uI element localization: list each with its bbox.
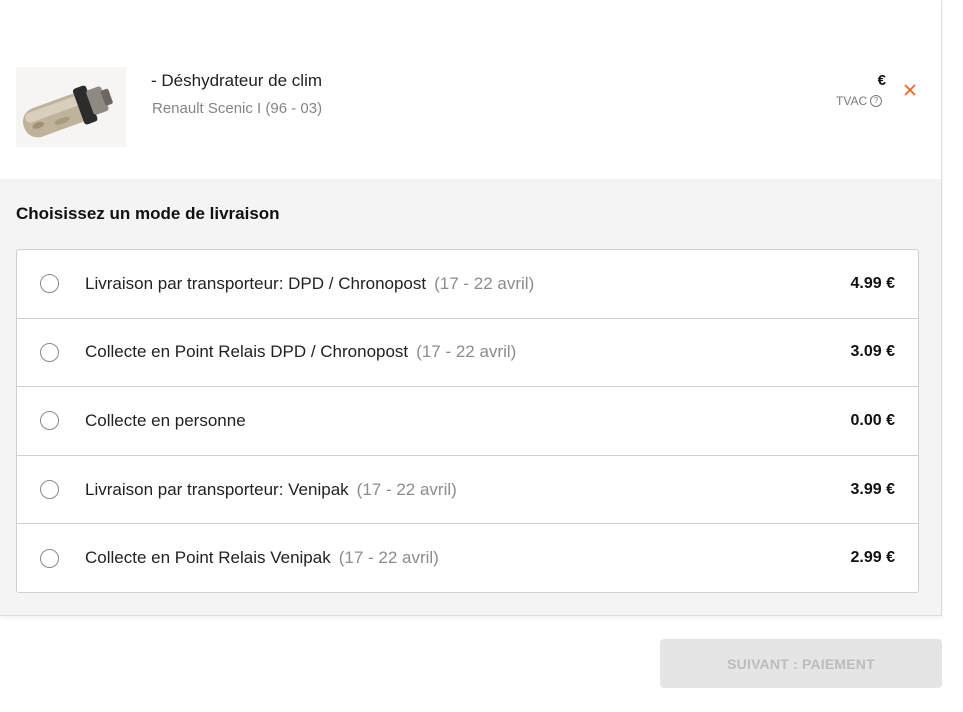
radio-button[interactable] <box>40 411 59 431</box>
shipping-option-text: Livraison par transporteur: Venipak (17 -… <box>85 480 457 500</box>
shipping-option-pickup[interactable]: Collecte en personne 0.00 € <box>17 387 918 456</box>
next-payment-button[interactable]: SUIVANT : PAIEMENT <box>660 639 942 688</box>
shipping-option-label: Collecte en Point Relais DPD / Chronopos… <box>85 342 409 362</box>
shipping-option-label: Livraison par transporteur: DPD / Chrono… <box>85 273 427 293</box>
shipping-option-label: Collecte en Point Relais Venipak <box>85 548 331 568</box>
shipping-option-date: (17 - 22 avril) <box>434 273 535 293</box>
shipping-option-dpd-relay[interactable]: Collecte en Point Relais DPD / Chronopos… <box>17 319 918 388</box>
shipping-option-venipak-relay[interactable]: Collecte en Point Relais Venipak (17 - 22… <box>17 524 918 592</box>
shipping-option-date: (17 - 22 avril) <box>416 342 517 362</box>
shipping-option-venipak-delivery[interactable]: Livraison par transporteur: Venipak (17 -… <box>17 456 918 525</box>
help-icon[interactable]: ? <box>870 95 883 107</box>
shipping-option-date: (17 - 22 avril) <box>356 479 457 499</box>
shipping-section: Choisissez un mode de livraison Livraiso… <box>0 179 941 615</box>
tax-label: TVAC ? <box>836 94 883 108</box>
shipping-option-price: 0.00 € <box>850 411 895 429</box>
cart-panel: - Déshydrateur de clim Renault Scenic I … <box>0 0 942 616</box>
shipping-option-label: Livraison par transporteur: Venipak <box>85 479 349 499</box>
radio-button[interactable] <box>40 274 59 294</box>
shipping-options-list: Livraison par transporteur: DPD / Chrono… <box>16 249 919 593</box>
shipping-option-price: 3.09 € <box>850 343 895 361</box>
shipping-option-text: Collecte en personne <box>85 411 246 431</box>
shipping-option-price: 2.99 € <box>850 549 895 567</box>
close-icon <box>904 84 916 96</box>
shipping-option-date: (17 - 22 avril) <box>338 548 439 568</box>
radio-button[interactable] <box>40 342 59 362</box>
shipping-option-price: 3.99 € <box>850 480 895 498</box>
shipping-option-price: 4.99 € <box>850 274 895 292</box>
shipping-option-text: Collecte en Point Relais DPD / Chronopos… <box>85 342 516 362</box>
tax-label-text: TVAC <box>836 94 868 108</box>
shipping-option-dpd-delivery[interactable]: Livraison par transporteur: DPD / Chrono… <box>17 250 918 319</box>
shipping-option-label: Collecte en personne <box>85 410 246 430</box>
remove-item-button[interactable] <box>902 82 918 98</box>
shipping-option-text: Livraison par transporteur: DPD / Chrono… <box>85 274 534 294</box>
cart-product: - Déshydrateur de clim Renault Scenic I … <box>0 0 941 179</box>
product-photo-icon <box>16 67 126 147</box>
product-title: - Déshydrateur de clim <box>151 71 323 90</box>
radio-button[interactable] <box>40 548 59 568</box>
product-vehicle: Renault Scenic I (96 - 03) <box>152 100 323 117</box>
radio-button[interactable] <box>40 480 59 500</box>
product-thumbnail <box>16 67 126 147</box>
shipping-title: Choisissez un mode de livraison <box>16 204 280 223</box>
product-price: € <box>877 72 886 89</box>
shipping-option-text: Collecte en Point Relais Venipak (17 - 22… <box>85 548 439 568</box>
